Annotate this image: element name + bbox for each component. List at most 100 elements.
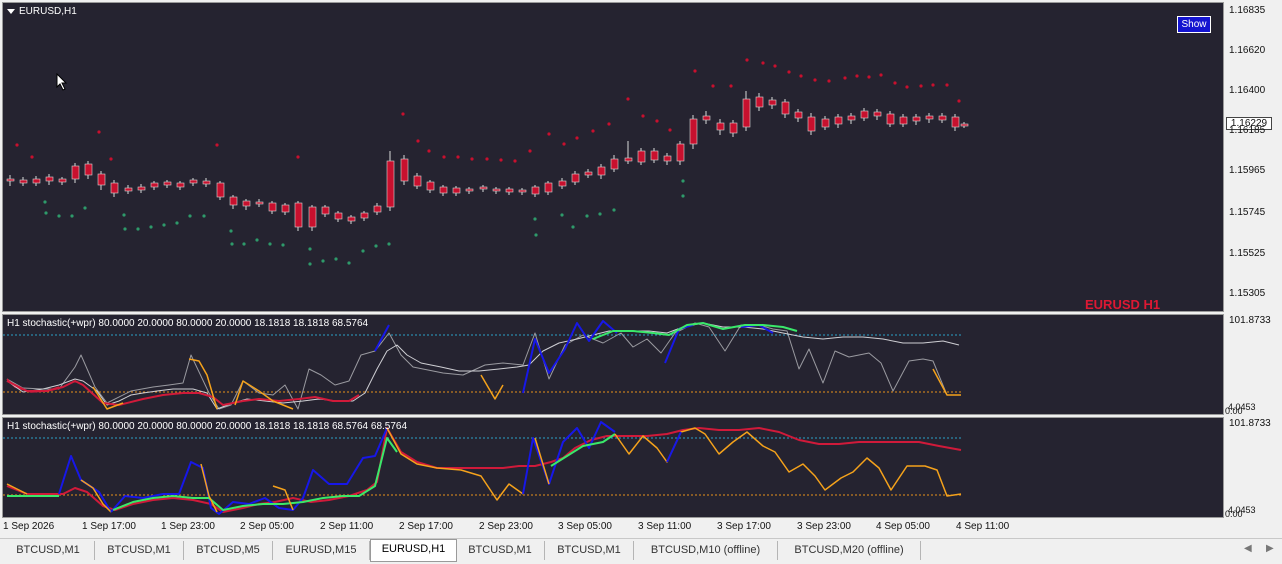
- fractal-dot: [485, 157, 489, 161]
- fractal-dot: [308, 262, 312, 266]
- price-tick: 1.16185: [1229, 125, 1266, 136]
- indicator-axis-zero: 0.00: [1225, 509, 1243, 519]
- candle-body: [505, 188, 514, 193]
- indicator-axis-2: 101.8733 4.0453 0.00: [1224, 417, 1282, 519]
- stochastic-indicator-pane-1[interactable]: H1 stochastic(+wpr) 80.0000 20.0000 80.0…: [2, 314, 1224, 415]
- candle-body: [794, 111, 803, 119]
- candle-body: [84, 163, 93, 176]
- indicator-axis-top: 101.8733: [1229, 315, 1271, 326]
- chart-symbol-title[interactable]: EURUSD,H1: [7, 6, 77, 17]
- indicator-title-1: H1 stochastic(+wpr) 80.0000 20.0000 80.0…: [7, 318, 369, 329]
- candle-body: [860, 110, 869, 119]
- fractal-dot: [97, 130, 101, 134]
- fractal-dot: [598, 212, 602, 216]
- time-tick: 1 Sep 2026: [3, 521, 55, 532]
- fractal-dot: [761, 61, 765, 65]
- fractal-dot: [571, 225, 575, 229]
- candle-body: [597, 166, 606, 176]
- candle-body: [637, 150, 646, 163]
- fractal-dot: [528, 149, 532, 153]
- tab-btcusd-m10-offline[interactable]: BTCUSD,M10 (offline): [634, 541, 778, 560]
- candle-body: [663, 155, 672, 162]
- candle-body: [150, 182, 159, 188]
- stochastic-orange-seg: [200, 463, 218, 513]
- candle-body: [925, 115, 934, 120]
- fractal-dot: [957, 99, 961, 103]
- time-tick: 3 Sep 17:00: [717, 521, 771, 532]
- candle-body: [294, 202, 303, 228]
- fractal-dot: [175, 221, 179, 225]
- fractal-dot: [123, 227, 127, 231]
- fractal-dot: [215, 143, 219, 147]
- candle-body: [242, 200, 251, 207]
- candle-body: [268, 202, 277, 212]
- candle-body: [334, 212, 343, 220]
- fractal-dot: [202, 214, 206, 218]
- fractal-dot: [787, 70, 791, 74]
- tab-btcusd-m20-offline[interactable]: BTCUSD,M20 (offline): [778, 541, 921, 560]
- fractal-dot: [799, 74, 803, 78]
- candle-body: [650, 150, 659, 161]
- show-button[interactable]: Show: [1177, 16, 1211, 33]
- fractal-dot: [281, 243, 285, 247]
- price-tick: 1.15965: [1229, 165, 1266, 176]
- candle-body: [373, 205, 382, 213]
- tab-btcusd-m1[interactable]: BTCUSD,M1: [545, 541, 634, 560]
- fractal-dot: [442, 155, 446, 159]
- scroll-right-icon[interactable]: ▶: [1266, 543, 1274, 554]
- candle-body: [97, 173, 106, 186]
- candle-body: [518, 189, 527, 193]
- fractal-dot: [641, 114, 645, 118]
- fractal-dot: [122, 213, 126, 217]
- time-tick: 2 Sep 17:00: [399, 521, 453, 532]
- candle-body: [308, 206, 317, 228]
- tab-btcusd-m1[interactable]: BTCUSD,M1: [456, 541, 545, 560]
- fractal-dot: [813, 78, 817, 82]
- price-axis[interactable]: 1.16835 1.16620 1.16400 1.16229 1.16185 …: [1224, 2, 1282, 312]
- candle-body: [426, 181, 435, 191]
- candle-body: [110, 182, 119, 194]
- fractal-dot: [321, 259, 325, 263]
- fractal-dot: [945, 83, 949, 87]
- candle-body: [755, 96, 764, 108]
- fractal-dot: [612, 208, 616, 212]
- price-tick: 1.15745: [1229, 207, 1266, 218]
- fractal-dot: [470, 157, 474, 161]
- stochastic-indicator-pane-2[interactable]: H1 stochastic(+wpr) 80.0000 20.0000 80.0…: [2, 417, 1224, 518]
- candle-body: [847, 115, 856, 121]
- time-tick: 2 Sep 23:00: [479, 521, 533, 532]
- fractal-dot: [905, 85, 909, 89]
- price-tick: 1.15525: [1229, 248, 1266, 259]
- tab-eurusd-m15[interactable]: EURUSD,M15: [273, 541, 370, 560]
- candle-body: [439, 186, 448, 194]
- candle-body: [71, 165, 80, 180]
- symbol-watermark: EURUSD H1: [1085, 297, 1161, 312]
- fractal-dot: [585, 214, 589, 218]
- tab-btcusd-m5[interactable]: BTCUSD,M5: [184, 541, 273, 560]
- candle-body: [386, 160, 395, 208]
- tab-btcusd-m1[interactable]: BTCUSD,M1: [95, 541, 184, 560]
- fractal-dot: [729, 84, 733, 88]
- fractal-dot: [136, 227, 140, 231]
- candle-body: [558, 180, 567, 187]
- price-tick: 1.16835: [1229, 5, 1266, 16]
- scroll-left-icon[interactable]: ◀: [1244, 543, 1252, 554]
- time-tick: 3 Sep 23:00: [797, 521, 851, 532]
- tab-eurusd-h1[interactable]: EURUSD,H1: [370, 539, 457, 562]
- candle-body: [58, 178, 67, 183]
- fractal-dot: [401, 112, 405, 116]
- candle-body: [163, 181, 172, 186]
- candle-body: [960, 123, 969, 127]
- candle-body: [834, 116, 843, 125]
- price-chart-pane[interactable]: EURUSD,H1 Show EURUSD H1: [2, 2, 1224, 312]
- price-chart-canvas: [6, 58, 969, 266]
- fractal-dot: [931, 83, 935, 87]
- stochastic-blue-seg: [666, 431, 682, 463]
- fractal-dot: [296, 155, 300, 159]
- candle-body: [729, 122, 738, 134]
- time-axis[interactable]: 1 Sep 2026 1 Sep 17:00 1 Sep 23:00 2 Sep…: [2, 518, 1224, 536]
- tab-btcusd-m1[interactable]: BTCUSD,M1: [2, 541, 95, 560]
- candle-body: [479, 186, 488, 190]
- wpr-line: [6, 322, 961, 410]
- fractal-dot: [149, 225, 153, 229]
